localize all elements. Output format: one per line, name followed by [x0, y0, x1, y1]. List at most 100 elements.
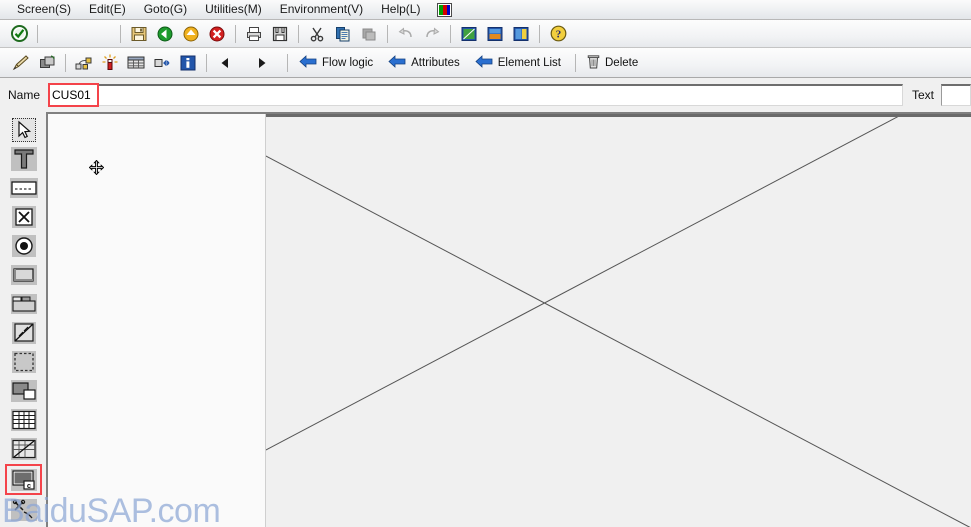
tool-table-diagonal[interactable]	[7, 435, 40, 463]
menu-screen[interactable]: Screen(S)	[8, 0, 80, 19]
attributes-label: Attributes	[411, 56, 460, 69]
radio-button-icon	[11, 235, 36, 257]
tool-checkbox[interactable]	[7, 203, 40, 231]
name-field-highlight	[48, 82, 100, 107]
menu-bar: Screen(S) Edit(E) Goto(G) Utilities(M) E…	[0, 0, 971, 20]
table-control-icon[interactable]	[124, 52, 148, 74]
tool-radio-button[interactable]	[7, 232, 40, 260]
svg-text:c: c	[26, 481, 30, 490]
menu-utilities[interactable]: Utilities(M)	[196, 0, 271, 19]
arrow-left-icon	[475, 54, 493, 71]
arrow-left-icon	[388, 54, 406, 71]
help-icon[interactable]: ?	[546, 23, 570, 45]
next-icon[interactable]	[250, 52, 274, 74]
layout-green-icon[interactable]	[457, 23, 481, 45]
element-palette: c	[4, 113, 43, 527]
screen-canvas[interactable]	[266, 114, 971, 527]
toolbar-separator	[387, 24, 388, 43]
tool-pushbutton[interactable]	[7, 261, 40, 289]
flow-logic-button[interactable]: Flow logic	[294, 52, 381, 74]
empty-screen-x-marker	[266, 117, 971, 527]
toolbar-separator	[575, 53, 576, 72]
toolbar-separator	[120, 24, 121, 43]
text-input[interactable]	[941, 83, 971, 106]
menu-help[interactable]: Help(L)	[372, 0, 429, 19]
previous-icon[interactable]	[213, 52, 237, 74]
toolbar-separator	[287, 53, 288, 72]
name-bar: Name Text	[0, 78, 971, 111]
cancel-icon[interactable]	[205, 23, 229, 45]
information-icon[interactable]	[176, 52, 200, 74]
toolbar-separator	[450, 24, 451, 43]
arrow-left-icon	[299, 54, 317, 71]
print-icon[interactable]	[242, 23, 266, 45]
layout-yellow-icon[interactable]	[509, 23, 533, 45]
menu-goto[interactable]: Goto(G)	[135, 0, 196, 19]
checkbox-icon	[11, 206, 36, 228]
tool-table-control[interactable]	[7, 406, 40, 434]
layout-orange-icon[interactable]	[483, 23, 507, 45]
table-diagonal-icon	[10, 438, 37, 460]
tool-pointer[interactable]	[7, 116, 40, 144]
delete-button[interactable]: Delete	[582, 52, 646, 74]
tool-box-diagonal[interactable]	[7, 319, 40, 347]
delete-label: Delete	[605, 56, 639, 69]
element-list-button[interactable]: Element List	[470, 52, 569, 74]
primary-toolbar: ?	[0, 20, 971, 48]
tool-subscreen[interactable]	[7, 377, 40, 405]
copy-object-icon[interactable]	[35, 52, 59, 74]
attributes-button[interactable]: Attributes	[383, 52, 468, 74]
subscreen-icon	[10, 380, 37, 402]
element-list-label: Element List	[497, 56, 561, 69]
redo-icon	[420, 23, 444, 45]
name-extended-field[interactable]	[98, 83, 903, 106]
watermark: BaiduSAP.com	[2, 492, 221, 527]
toolbar-separator	[37, 24, 38, 43]
tool-custom-control[interactable]: c	[5, 464, 42, 495]
back-icon[interactable]	[153, 23, 177, 45]
move-crosshair-cursor	[88, 159, 105, 176]
tool-group-box[interactable]	[7, 348, 40, 376]
svg-text:?: ?	[555, 28, 561, 40]
tool-tabstrip[interactable]	[7, 290, 40, 318]
highlight-icon[interactable]	[98, 52, 122, 74]
secondary-toolbar: Flow logic Attributes Element List Delet…	[0, 48, 971, 78]
arrange-icon[interactable]	[150, 52, 174, 74]
text-field-label: Text	[911, 87, 934, 102]
menu-edit[interactable]: Edit(E)	[80, 0, 135, 19]
save-icon[interactable]	[127, 23, 151, 45]
confirm-check-icon[interactable]	[7, 23, 31, 45]
paste-icon	[357, 23, 381, 45]
copy-icon[interactable]	[331, 23, 355, 45]
toolbar-separator	[235, 24, 236, 43]
text-T-icon	[10, 147, 37, 171]
menu-environment[interactable]: Environment(V)	[271, 0, 372, 19]
pushbutton-icon	[10, 265, 37, 285]
exit-icon[interactable]	[179, 23, 203, 45]
tool-text-field[interactable]	[7, 145, 40, 173]
edit-pencil-icon[interactable]	[9, 52, 33, 74]
group-elements-icon[interactable]	[72, 52, 96, 74]
input-field-icon	[9, 178, 38, 198]
workspace-gutter	[48, 114, 266, 527]
toolbar-separator	[206, 53, 207, 72]
box-diagonal-icon	[11, 322, 36, 344]
table-grid-icon	[10, 409, 37, 431]
name-field-label: Name	[8, 87, 41, 102]
toolbar-separator	[298, 24, 299, 43]
name-input[interactable]	[50, 84, 98, 105]
tool-input-field[interactable]	[7, 174, 40, 202]
screen-workspace[interactable]	[46, 112, 971, 527]
tabstrip-icon	[10, 294, 37, 314]
screen-painter-window: Screen(S) Edit(E) Goto(G) Utilities(M) E…	[0, 0, 971, 527]
custom-control-icon: c	[10, 468, 37, 491]
rgb-color-bar-icon[interactable]	[437, 2, 453, 17]
pointer-arrow-icon	[11, 118, 36, 142]
trash-icon	[587, 54, 600, 72]
flow-logic-label: Flow logic	[322, 56, 374, 69]
find-icon[interactable]	[268, 23, 292, 45]
cut-icon[interactable]	[305, 23, 329, 45]
group-box-icon	[11, 351, 36, 373]
undo-icon	[394, 23, 418, 45]
toolbar-separator	[65, 53, 66, 72]
